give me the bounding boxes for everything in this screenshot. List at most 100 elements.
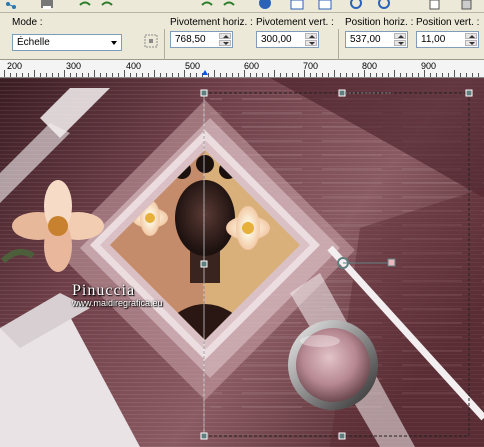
selection-icon[interactable] — [318, 0, 332, 10]
ruler-tick — [16, 73, 17, 77]
ruler-tick — [382, 73, 383, 77]
ruler-tick — [358, 73, 359, 77]
ruler-tick — [208, 73, 209, 77]
ruler-tick — [262, 73, 263, 77]
ruler-tick — [376, 73, 377, 77]
undo-icon[interactable] — [78, 0, 92, 10]
pivot-h-input[interactable]: 768,50 — [170, 31, 233, 48]
ruler-tick — [478, 73, 479, 77]
ruler-label: 500 — [185, 61, 201, 71]
ruler-tick — [232, 73, 233, 77]
ruler-tick — [70, 73, 71, 77]
ruler-tick — [142, 73, 143, 77]
ruler-tick — [448, 73, 449, 77]
ruler-tick — [442, 73, 443, 77]
ruler-tick — [424, 70, 425, 77]
ruler-position-marker — [202, 70, 208, 75]
ruler-tick — [418, 73, 419, 77]
tool-options-icon[interactable] — [460, 0, 474, 10]
ruler-tick — [274, 70, 275, 77]
position-h-label: Position horiz. : — [345, 17, 414, 28]
watermark: Pinuccia www.maidiregrafica.eu — [72, 282, 163, 308]
horizontal-ruler[interactable]: 200 300 400 500 600 700 800 900 — [0, 60, 484, 78]
ruler-label: 600 — [244, 61, 260, 71]
ruler-tick — [166, 73, 167, 77]
ruler-tick — [256, 73, 257, 77]
flip-icon[interactable] — [222, 0, 236, 10]
position-v-input[interactable]: 11,00 — [416, 31, 479, 48]
ruler-tick — [310, 73, 311, 77]
top-toolbar — [0, 0, 484, 13]
mode-label: Mode : — [12, 17, 43, 28]
pivot-v-label: Pivotement vert. : — [256, 17, 334, 28]
ruler-tick — [82, 73, 83, 77]
ruler-tick — [250, 73, 251, 77]
ruler-tick — [136, 73, 137, 77]
grid-icon[interactable] — [290, 0, 304, 10]
print-icon[interactable] — [40, 0, 54, 10]
ruler-tick — [28, 73, 29, 77]
ruler-tick — [454, 70, 455, 77]
position-h-input[interactable]: 537,00 — [345, 31, 408, 48]
ruler-tick — [58, 73, 59, 77]
ruler-tick — [298, 73, 299, 77]
zoom-out-icon[interactable] — [378, 0, 392, 10]
ruler-tick — [346, 73, 347, 77]
ruler-tick — [172, 73, 173, 77]
mode-dropdown[interactable]: Échelle — [12, 34, 122, 51]
ruler-tick — [436, 73, 437, 77]
ruler-tick — [280, 73, 281, 77]
ruler-label: 800 — [362, 61, 378, 71]
position-v-label: Position vert. : — [416, 17, 480, 28]
ruler-tick — [238, 73, 239, 77]
rotate-icon[interactable] — [200, 0, 214, 10]
ruler-tick — [94, 70, 95, 77]
ruler-tick — [466, 73, 467, 77]
ruler-tick — [388, 73, 389, 77]
ruler-tick — [370, 73, 371, 77]
mode-value: Échelle — [17, 37, 50, 48]
ruler-tick — [286, 73, 287, 77]
position-v-stepper[interactable] — [465, 33, 477, 46]
ruler-tick — [460, 73, 461, 77]
ruler-tick — [244, 70, 245, 77]
ruler-tick — [430, 73, 431, 77]
position-h-stepper[interactable] — [394, 33, 406, 46]
pivot-v-stepper[interactable] — [305, 33, 317, 46]
artwork — [0, 78, 484, 447]
ruler-tick — [412, 73, 413, 77]
tool-options-bar: Mode : Échelle Pivotement horiz. : 768,5… — [0, 13, 484, 65]
ruler-tick — [214, 70, 215, 77]
copy-icon[interactable] — [428, 0, 442, 10]
pivot-v-input[interactable]: 300,00 — [256, 31, 319, 48]
ruler-tick — [40, 73, 41, 77]
ruler-tick — [352, 73, 353, 77]
reset-pivot-icon[interactable] — [143, 33, 159, 49]
ruler-tick — [472, 73, 473, 77]
ruler-tick — [268, 73, 269, 77]
ruler-tick — [328, 73, 329, 77]
pivot-h-stepper[interactable] — [219, 33, 231, 46]
ruler-tick — [130, 73, 131, 77]
help-icon[interactable] — [258, 0, 272, 10]
position-v-value: 11,00 — [421, 34, 446, 45]
ruler-label: 400 — [126, 61, 142, 71]
ruler-tick — [46, 73, 47, 77]
redo-icon[interactable] — [100, 0, 114, 10]
chevron-down-icon — [111, 41, 117, 45]
ruler-tick — [184, 70, 185, 77]
pivot-h-value: 768,50 — [175, 34, 206, 45]
ruler-tick — [154, 70, 155, 77]
zoom-in-icon[interactable] — [350, 0, 364, 10]
ruler-tick — [304, 70, 305, 77]
ruler-tick — [190, 73, 191, 77]
ruler-tick — [22, 73, 23, 77]
ruler-tick — [88, 73, 89, 77]
ruler-tick — [148, 73, 149, 77]
ruler-label: 200 — [7, 61, 23, 71]
ruler-tick — [364, 70, 365, 77]
watermark-url: www.maidiregrafica.eu — [72, 298, 163, 308]
ruler-tick — [340, 73, 341, 77]
image-canvas[interactable]: Pinuccia www.maidiregrafica.eu — [0, 78, 484, 447]
share-icon[interactable] — [4, 0, 18, 10]
